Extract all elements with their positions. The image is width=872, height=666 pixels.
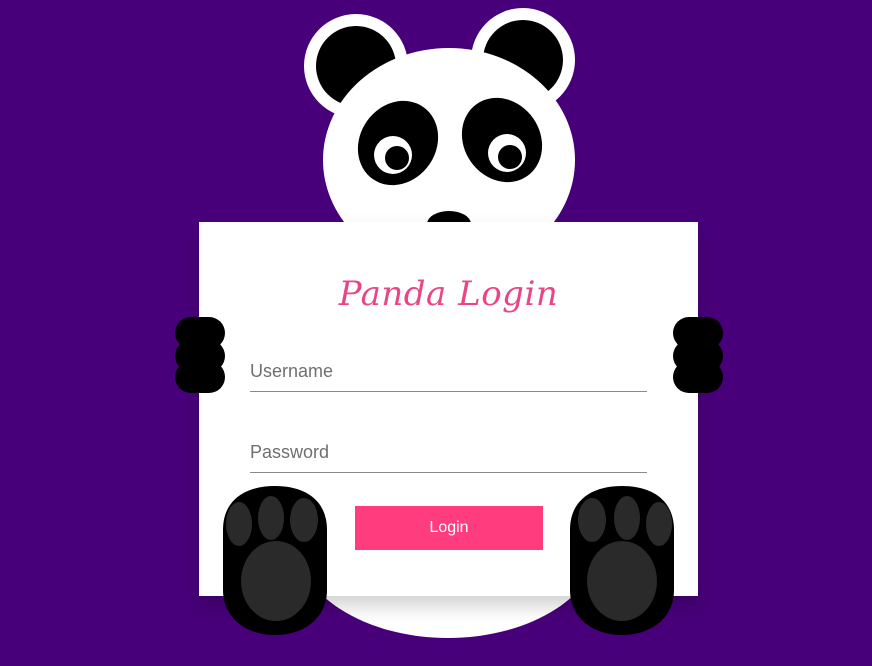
- login-title: Panda Login: [338, 274, 559, 314]
- login-scene: Panda Login Login: [0, 0, 872, 666]
- password-input[interactable]: [250, 433, 647, 473]
- login-button[interactable]: Login: [355, 506, 543, 550]
- username-input[interactable]: [250, 352, 647, 392]
- login-card: Panda Login Login: [199, 222, 698, 596]
